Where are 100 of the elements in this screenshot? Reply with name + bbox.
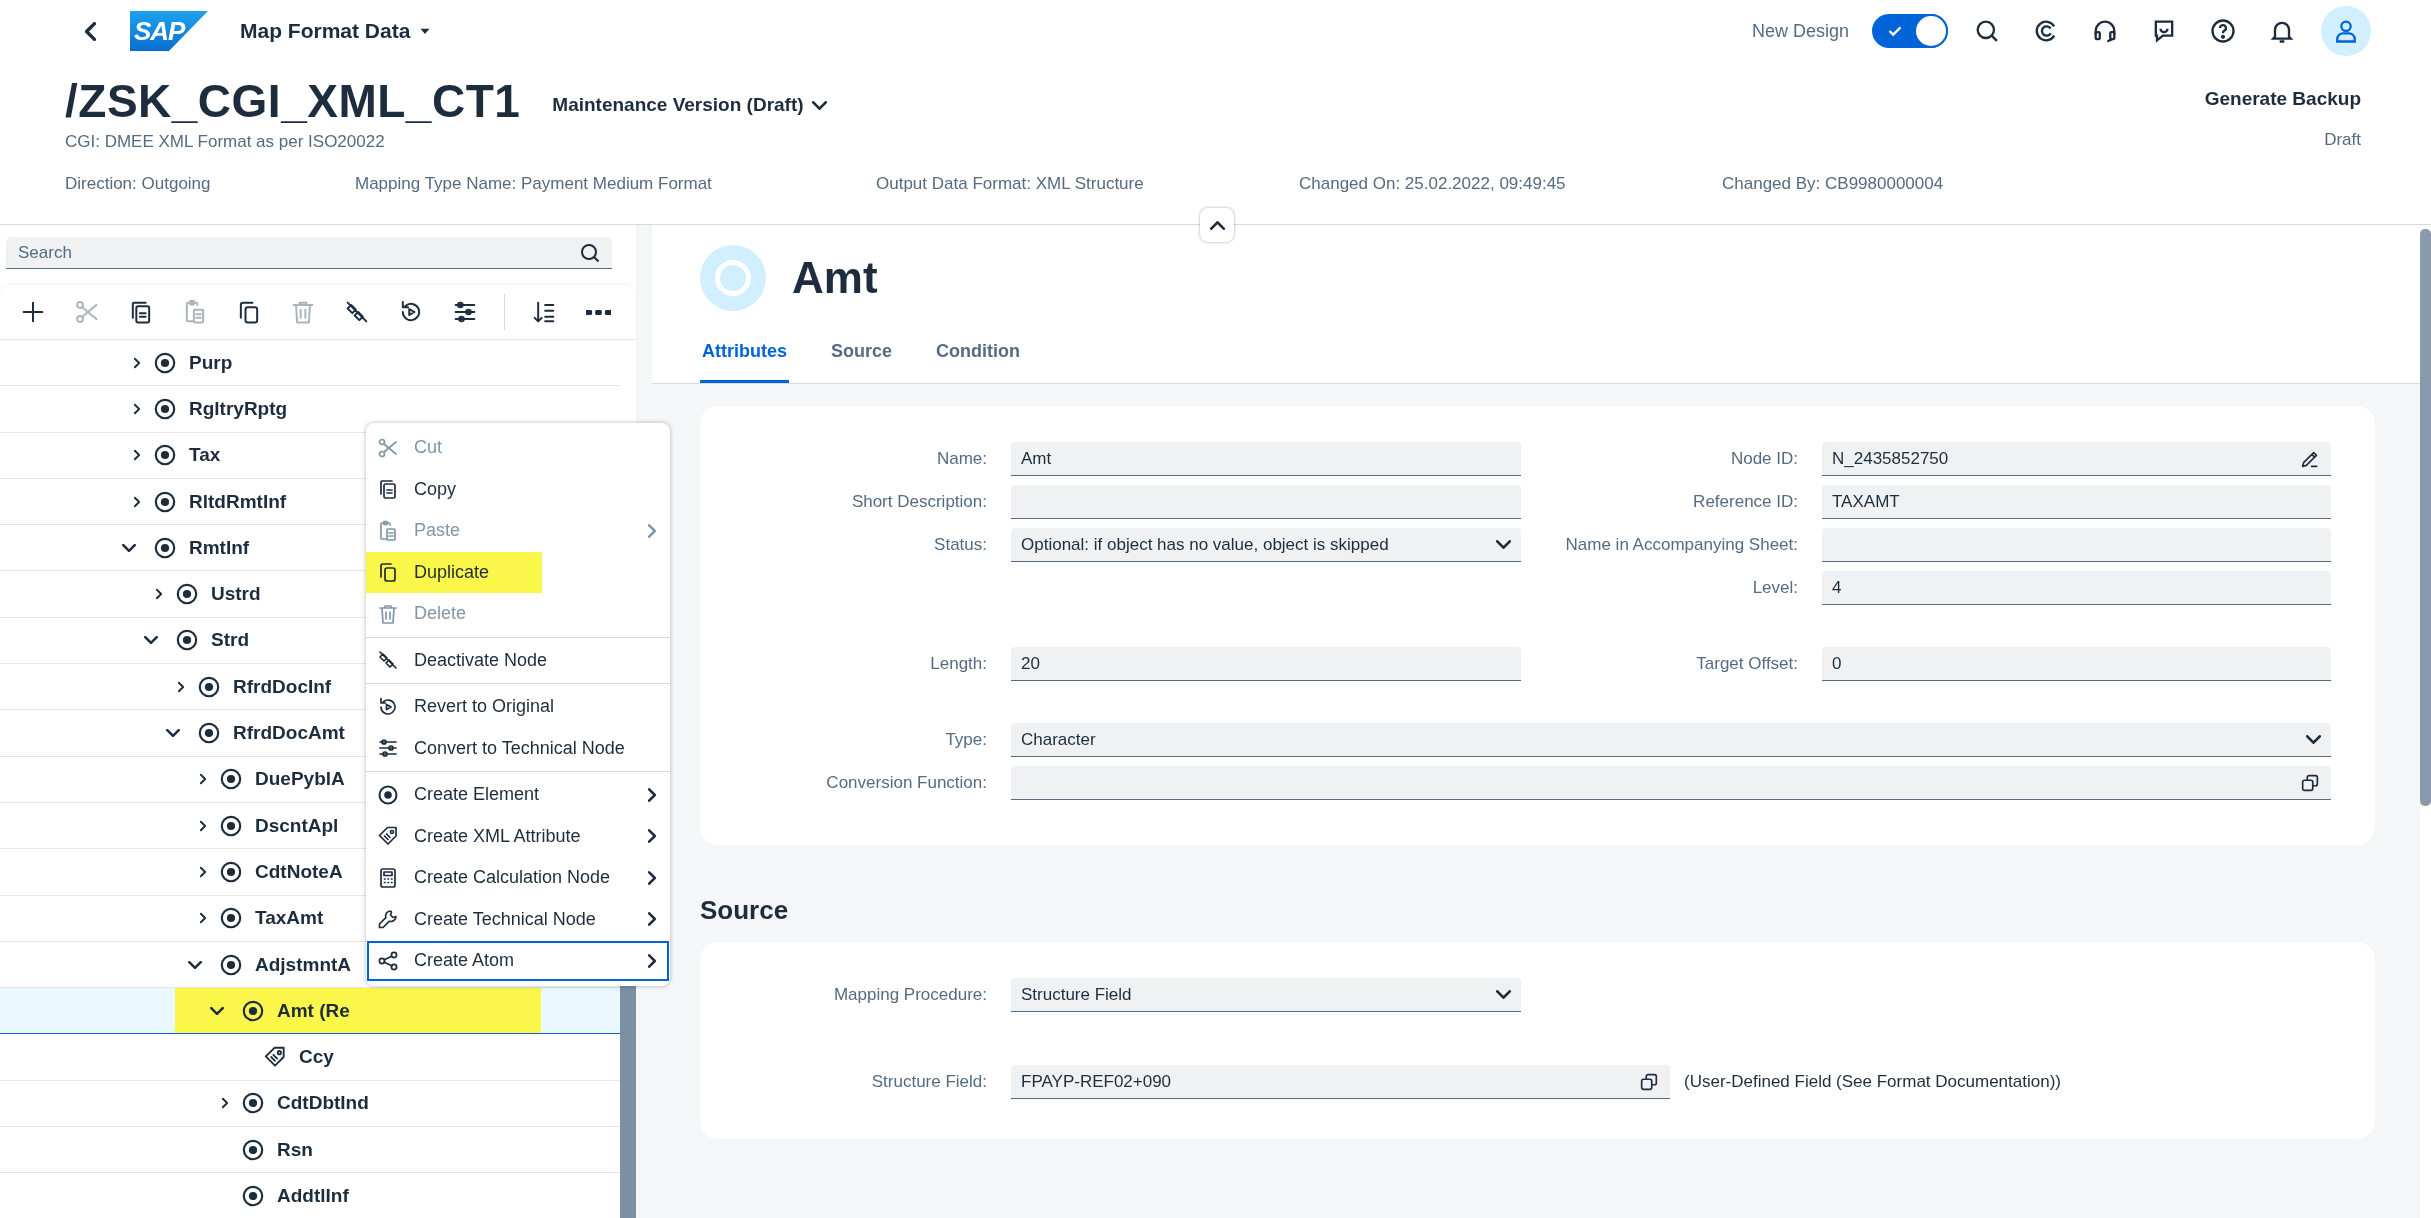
node-label: Rsn (277, 1138, 313, 1161)
tree-row[interactable]: Amt (Re (0, 988, 620, 1035)
input-field[interactable]: 0 (1822, 647, 2331, 681)
chevron-down-icon (166, 729, 180, 737)
node-label: Ustrd (211, 583, 261, 606)
tab[interactable]: Source (829, 341, 895, 383)
tab[interactable]: Condition (934, 341, 1022, 383)
collapse-header-button[interactable] (1200, 208, 1234, 242)
field-label: Level: (1751, 578, 1798, 598)
tree-row[interactable]: Rsn (0, 1127, 620, 1174)
node-label: CdtDbtInd (277, 1092, 369, 1115)
tab[interactable]: Attributes (700, 341, 789, 383)
object-title: /ZSK_CGI_XML_CT1 (65, 74, 521, 128)
chevron-right-icon (134, 355, 140, 370)
chevron-right-icon (200, 864, 206, 879)
search-field[interactable]: Search (6, 237, 612, 269)
field-label: Name in Accompanying Sheet: (1564, 535, 1798, 555)
node-label: RfrdDocInf (233, 675, 332, 698)
input-field[interactable] (1011, 485, 1521, 519)
chevron-up-icon (1209, 220, 1225, 230)
field-label: Short Description: (850, 492, 987, 512)
header-attribute: Output Data Format: XML Structure (876, 174, 1145, 194)
field-label: Node ID: (1729, 449, 1798, 469)
status-text: Draft (2324, 130, 2361, 150)
field-label: Structure Field: (870, 1072, 987, 1092)
select-field[interactable]: Optional: if object has no value, object is skipped (1011, 528, 1521, 562)
chevron-down-icon (811, 100, 827, 110)
field-label: Reference ID: (1692, 492, 1798, 512)
node-label: Tax (189, 444, 221, 467)
field-label: Name: (935, 449, 987, 469)
input-field[interactable]: 4 (1822, 571, 2331, 605)
generate-backup-button[interactable]: Generate Backup (2204, 88, 2361, 110)
search-icon (578, 241, 602, 265)
chevron-down-icon (210, 1006, 224, 1015)
field-label: Type: (944, 730, 987, 750)
header-attribute: Changed By: CB9980000004 (1722, 174, 1944, 194)
menu-item[interactable]: Deactivate Node (366, 639, 670, 681)
chevron-right-icon (134, 401, 140, 416)
node-label: DscntApl (255, 814, 339, 837)
node-label: Amt (Re (277, 999, 350, 1022)
chevron-left-icon (84, 21, 96, 41)
select-field[interactable]: Character (1011, 723, 2331, 757)
scrollbar-thumb[interactable] (2420, 229, 2431, 806)
chevron-right-icon (200, 772, 206, 787)
node-label: Strd (211, 629, 249, 652)
node-label: Ccy (299, 1046, 334, 1069)
tree-row[interactable]: CdtDbtInd (0, 1080, 620, 1128)
input-field[interactable]: 20 (1011, 647, 1521, 681)
chevron-right-icon (178, 679, 184, 694)
chevron-right-icon (648, 829, 656, 844)
element-node-icon (196, 720, 222, 746)
node-label: RfrdDocAmt (233, 722, 345, 744)
node-label: RgltryRptg (189, 397, 288, 420)
toggle-switch[interactable] (1872, 14, 1948, 48)
logo: SAP (130, 11, 208, 51)
chevron-down-icon (144, 636, 158, 645)
header-attribute: Changed On: 25.02.2022, 09:49:45 (1299, 174, 1567, 194)
chevron-right-icon (648, 787, 656, 802)
header-attribute: Mapping Type Name: Payment Medium Format (355, 174, 713, 194)
input-field[interactable]: Amt (1011, 442, 1521, 476)
chevron-right-icon (156, 587, 162, 602)
chevron-right-icon (648, 870, 656, 885)
chevron-down-icon (1496, 990, 1511, 999)
chevron-right-icon (200, 818, 206, 833)
chevron-right-icon (200, 911, 206, 926)
object-subtitle: CGI: DMEE XML Format as per ISO20022 (65, 132, 386, 152)
section-title: Source (700, 895, 790, 926)
chevron-right-icon (648, 953, 656, 968)
node-label: TaxAmt (255, 907, 324, 930)
chevron-right-icon (134, 448, 140, 463)
tree-row[interactable]: Ccy (0, 1034, 620, 1081)
node-label: Purp (189, 351, 233, 374)
node-label: RmtInf (189, 536, 250, 559)
chevron-right-icon (222, 1096, 228, 1111)
field-label: Mapping Procedure: (832, 985, 987, 1005)
tree-row[interactable]: Purp (0, 340, 620, 387)
chevron-right-icon (134, 494, 140, 509)
app-title-menu[interactable]: Map Format Data (240, 19, 435, 43)
user-avatar[interactable] (2321, 6, 2371, 56)
chevron-down-icon (2306, 735, 2321, 744)
chevron-right-icon (648, 912, 656, 927)
input-field[interactable] (1822, 528, 2331, 562)
select-field[interactable]: Structure Field (1011, 978, 1521, 1012)
input-field[interactable]: TAXAMT (1822, 485, 2331, 519)
field-note: (User-Defined Field (See Format Documentation)) (1684, 1072, 2062, 1092)
more-icon (585, 309, 611, 315)
input-field[interactable]: N_2435852750 (1822, 442, 2331, 476)
input-field[interactable]: FPAYP-REF02+090 (1011, 1065, 1670, 1099)
chevron-down-icon (188, 960, 202, 969)
node-label: AddtlInf (277, 1185, 349, 1207)
node-label: DuePyblA (255, 768, 345, 791)
chevron-down-icon (122, 543, 136, 552)
chevron-right-icon (648, 523, 656, 538)
field-label: Conversion Function: (825, 773, 987, 793)
input-field[interactable] (1011, 766, 2331, 800)
version-selector[interactable]: Maintenance Version (Draft) (552, 94, 827, 116)
help-icon (2209, 17, 2237, 45)
element-node-icon (240, 1183, 266, 1209)
field-label: Length: (929, 654, 987, 674)
node-label: CdtNoteA (255, 860, 343, 883)
